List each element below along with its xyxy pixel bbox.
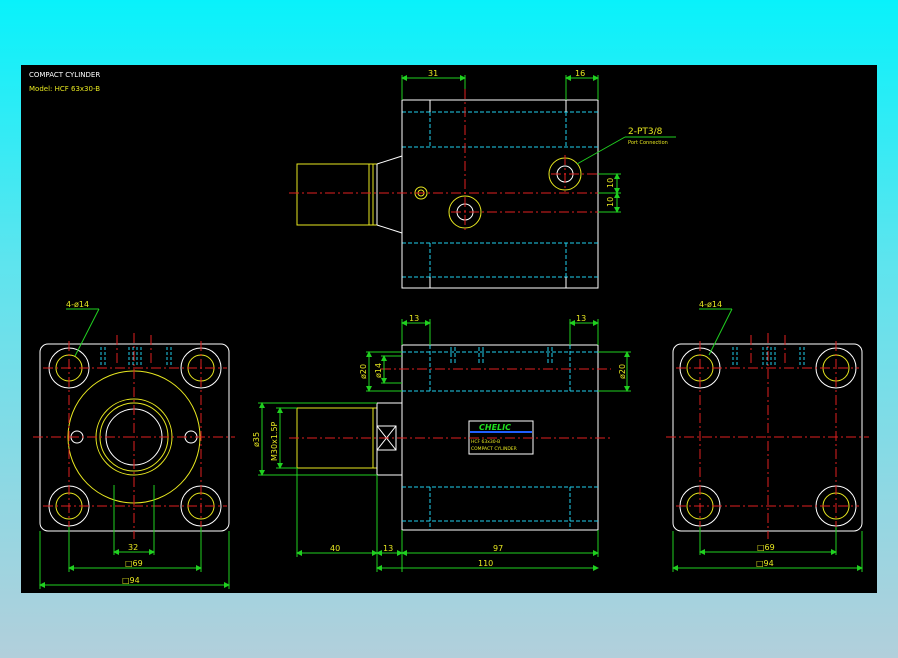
left-hole-callout: 4-ø14 (66, 300, 89, 309)
dim-10-upper: 10 (606, 178, 615, 188)
dim-10-lower: 10 (606, 197, 615, 207)
dim-d35: ø35 (252, 432, 261, 447)
dim-13-bottom: 13 (383, 544, 393, 553)
drawing-title: COMPACT CYLINDER (29, 71, 100, 79)
dim-31: 31 (428, 69, 438, 78)
dim-16: 16 (575, 69, 585, 78)
drawing-sheet: COMPACT CYLINDER Model: HCF 63x30-B 31 1… (21, 65, 877, 593)
dim-d20-right: ø20 (618, 364, 627, 379)
label-brand: CHELIC (479, 423, 511, 432)
piston-rod (296, 163, 378, 226)
left-dim-69: □69 (125, 559, 143, 568)
top-view: 31 16 2-PT3/8 Port Connection 10 10 (289, 69, 676, 289)
left-dim-94: □94 (122, 576, 140, 585)
drawing-model: Model: HCF 63x30-B (29, 85, 100, 93)
right-hole-callout: 4-ø14 (699, 300, 722, 309)
right-dim-69: □69 (757, 543, 775, 552)
dim-32: 32 (128, 543, 138, 552)
left-end-view: 4-ø14 32 □69 □94 (33, 300, 235, 589)
dim-d14: ø14 (374, 363, 383, 378)
right-dim-94: □94 (756, 559, 774, 568)
front-dim-13-left: 13 (409, 314, 419, 323)
front-dim-13-right: 13 (576, 314, 586, 323)
dim-110: 110 (478, 559, 493, 568)
front-view: CHELIC HCF 63x30-B COMPACT CYLINDER 13 1… (252, 314, 631, 572)
label-model: HCF 63x30-B (471, 439, 500, 445)
right-end-view: 4-ø14 □69 □94 (666, 300, 869, 572)
port-callout: 2-PT3/8 (628, 127, 663, 137)
dim-thread: M30x1.5P (270, 421, 279, 461)
label-desc: COMPACT CYLINDER (471, 446, 517, 452)
dim-40: 40 (330, 544, 340, 553)
dim-d20-left: ø20 (359, 364, 368, 379)
dim-97: 97 (493, 544, 503, 553)
port-callout-sub: Port Connection (628, 140, 668, 146)
cad-drawing: COMPACT CYLINDER Model: HCF 63x30-B 31 1… (29, 69, 869, 589)
